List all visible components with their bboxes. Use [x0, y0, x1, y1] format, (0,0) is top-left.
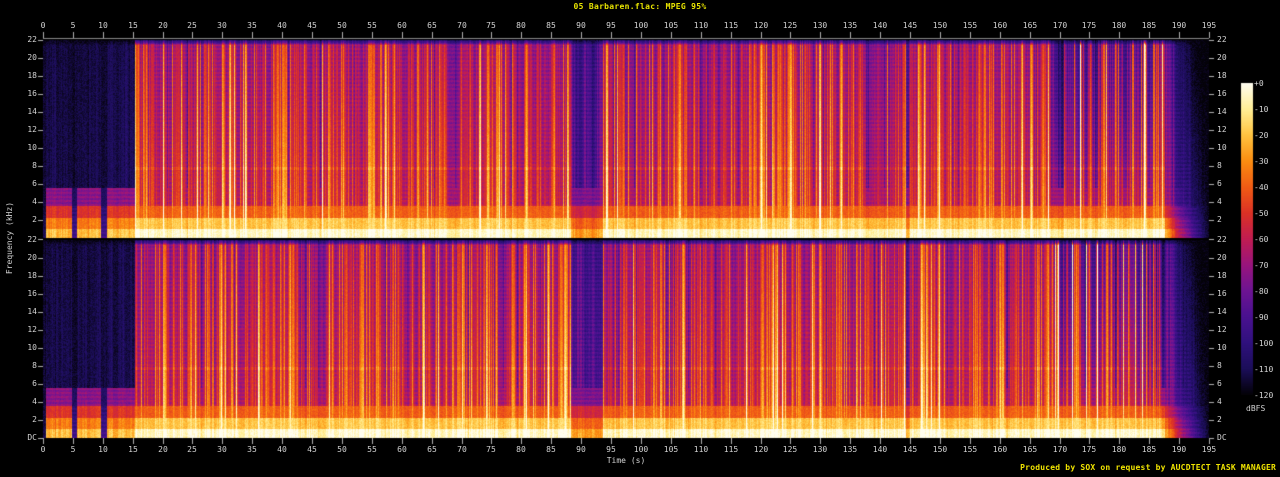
spectrogram-figure: 05 Barbaren.flac: MPEG 95% 0 0 5 5 10 10 15 15 2…	[0, 0, 1280, 477]
spectrogram-canvas	[0, 0, 1280, 477]
